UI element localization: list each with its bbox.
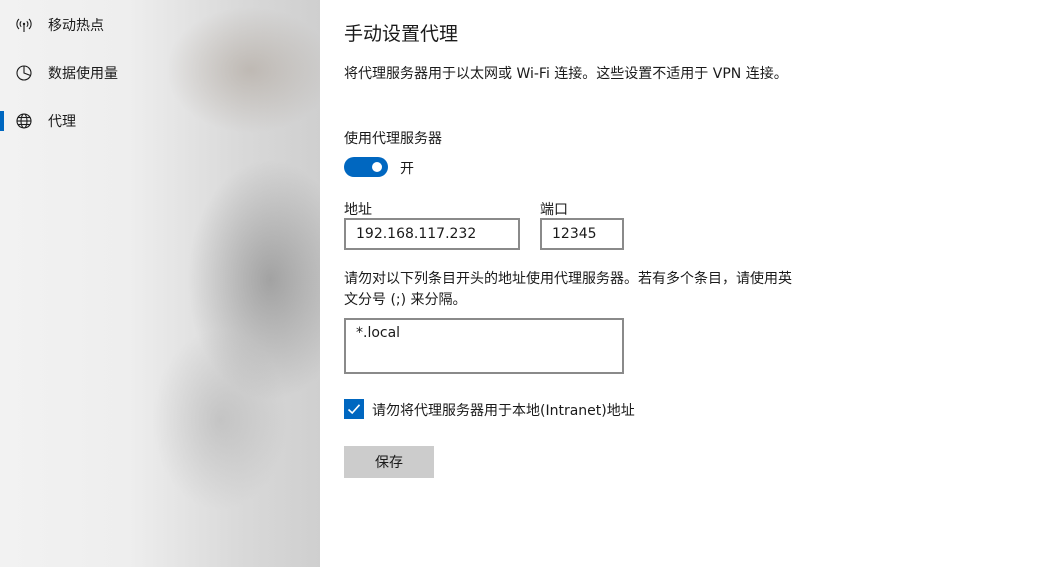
sidebar: 移动热点 数据使用量 代理 (0, 0, 320, 567)
main-content: 手动设置代理 将代理服务器用于以太网或 Wi-Fi 连接。这些设置不适用于 VP… (344, 0, 1055, 567)
address-input[interactable] (344, 218, 520, 250)
save-button[interactable]: 保存 (344, 446, 434, 478)
sidebar-item-proxy[interactable]: 代理 (0, 101, 320, 141)
page-title: 手动设置代理 (344, 23, 459, 45)
use-proxy-label: 使用代理服务器 (344, 131, 442, 147)
data-usage-icon (15, 64, 33, 82)
exceptions-description: 请勿对以下列条目开头的地址使用代理服务器。若有多个条目，请使用英文分号 (;) … (344, 271, 792, 308)
port-label: 端口 (540, 202, 568, 218)
sidebar-item-mobile-hotspot[interactable]: 移动热点 (0, 5, 320, 45)
checkmark-icon (347, 404, 361, 415)
toggle-state-label: 开 (400, 161, 414, 177)
sidebar-item-data-usage[interactable]: 数据使用量 (0, 53, 320, 93)
address-label: 地址 (344, 202, 372, 218)
hotspot-icon (15, 16, 33, 34)
bypass-local-label: 请勿将代理服务器用于本地(Intranet)地址 (372, 403, 635, 419)
active-indicator (0, 111, 4, 131)
exceptions-textarea[interactable]: *.local (344, 318, 624, 374)
sidebar-item-label: 代理 (48, 114, 76, 130)
globe-icon (15, 112, 33, 130)
sidebar-item-label: 数据使用量 (48, 66, 118, 82)
sidebar-item-label: 移动热点 (48, 18, 104, 34)
port-input[interactable] (540, 218, 624, 250)
bypass-local-checkbox[interactable] (344, 399, 364, 419)
toggle-knob (372, 162, 382, 172)
proxy-description: 将代理服务器用于以太网或 Wi-Fi 连接。这些设置不适用于 VPN 连接。 (344, 66, 788, 82)
use-proxy-toggle[interactable] (344, 157, 388, 177)
